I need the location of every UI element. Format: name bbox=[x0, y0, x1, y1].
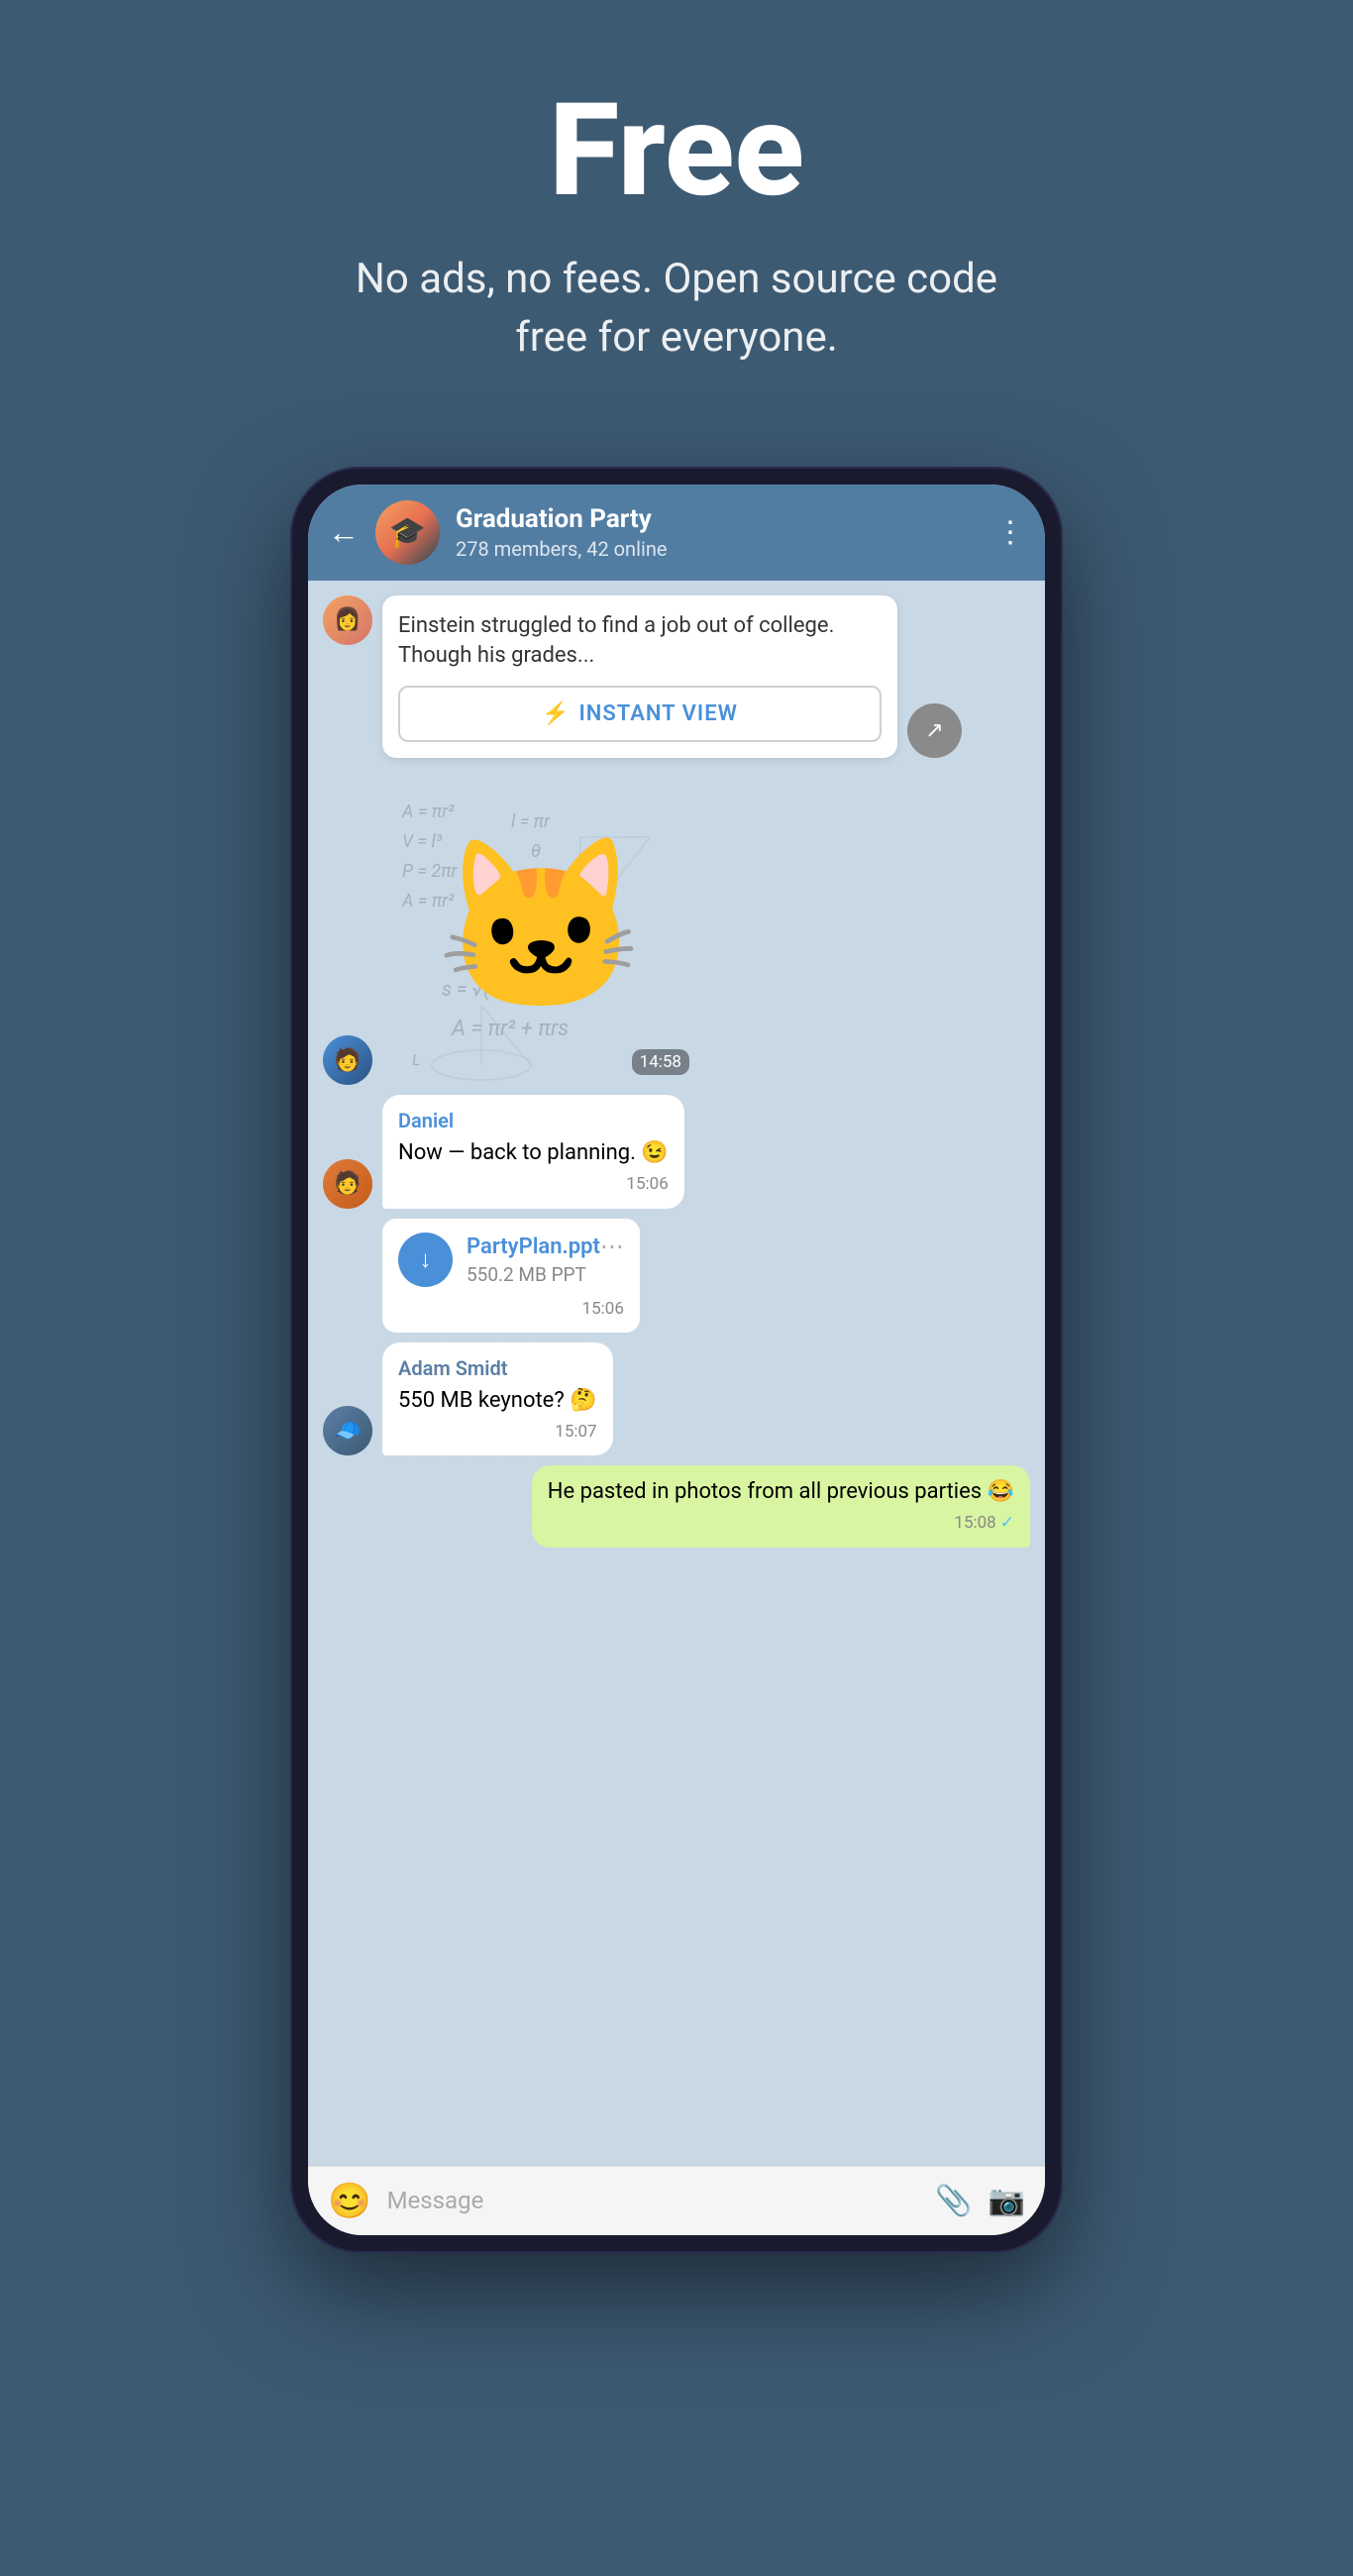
file-menu-dots[interactable]: ⋯ bbox=[600, 1233, 624, 1260]
adam-sender-name: Adam Smidt bbox=[398, 1354, 597, 1382]
phone-mockup: ← 🎓 Graduation Party 278 members, 42 onl… bbox=[290, 467, 1063, 2253]
chat-area: 👩 Einstein struggled to find a job out o… bbox=[308, 581, 1045, 2166]
daniel-message-row: 🧑 Daniel Now — back to planning. 😉 15:06 bbox=[323, 1095, 1030, 1209]
download-icon: ↓ bbox=[420, 1245, 432, 1274]
daniel-bubble: Daniel Now — back to planning. 😉 15:06 bbox=[382, 1095, 684, 1209]
back-button[interactable]: ← bbox=[328, 513, 360, 551]
message-input[interactable]: Message bbox=[387, 2187, 920, 2214]
adam-text: 550 MB keynote? 🤔 bbox=[398, 1386, 597, 1417]
daniel-sender-name: Daniel bbox=[398, 1107, 669, 1134]
hero-title: Free bbox=[40, 79, 1313, 221]
daniel-time: 15:06 bbox=[398, 1173, 669, 1197]
file-bubble: ↓ PartyPlan.ppt ⋯ 550.2 MB PPT 15:06 bbox=[382, 1219, 640, 1333]
file-message-row: ↓ PartyPlan.ppt ⋯ 550.2 MB PPT 15:06 bbox=[323, 1219, 1030, 1333]
file-name-row: PartyPlan.ppt ⋯ bbox=[467, 1233, 624, 1260]
file-time: 15:06 bbox=[398, 1299, 624, 1319]
phone-outer: ← 🎓 Graduation Party 278 members, 42 onl… bbox=[290, 467, 1063, 2253]
instant-view-button[interactable]: ⚡ INSTANT VIEW bbox=[398, 686, 882, 742]
adam-time: 15:07 bbox=[398, 1421, 597, 1445]
svg-text:L: L bbox=[412, 1050, 420, 1069]
link-preview-text: Einstein struggled to find a job out of … bbox=[398, 611, 882, 673]
camera-button[interactable]: 📷 bbox=[989, 2184, 1025, 2218]
group-members: 278 members, 42 online bbox=[456, 537, 980, 561]
link-preview-card: Einstein struggled to find a job out of … bbox=[382, 595, 897, 759]
emoji-button[interactable]: 😊 bbox=[328, 2181, 371, 2221]
file-name: PartyPlan.ppt bbox=[467, 1234, 600, 1259]
read-checkmark: ✓ bbox=[1000, 1512, 1014, 1536]
group-name: Graduation Party bbox=[456, 504, 980, 534]
sender-avatar-adam: 🧢 bbox=[323, 1406, 372, 1455]
link-preview-content: Einstein struggled to find a job out of … bbox=[382, 595, 897, 759]
lightning-icon: ⚡ bbox=[542, 701, 569, 726]
outgoing-text: He pasted in photos from all previous pa… bbox=[548, 1477, 1014, 1508]
sticker-time: 14:58 bbox=[632, 1049, 689, 1075]
group-avatar: 🎓 bbox=[375, 500, 440, 565]
group-info: Graduation Party 278 members, 42 online bbox=[456, 504, 980, 561]
group-avatar-emoji: 🎓 bbox=[389, 515, 426, 550]
hero-section: Free No ads, no fees. Open source code f… bbox=[0, 0, 1353, 427]
file-row: ↓ PartyPlan.ppt ⋯ 550.2 MB PPT bbox=[398, 1233, 624, 1287]
adam-bubble: Adam Smidt 550 MB keynote? 🤔 15:07 bbox=[382, 1342, 613, 1456]
share-icon: ↗ bbox=[925, 718, 943, 743]
outgoing-bubble: He pasted in photos from all previous pa… bbox=[532, 1465, 1030, 1548]
phone-inner: ← 🎓 Graduation Party 278 members, 42 onl… bbox=[308, 484, 1045, 2235]
adam-message-row: 🧢 Adam Smidt 550 MB keynote? 🤔 15:07 bbox=[323, 1342, 1030, 1456]
sender-avatar-boy: 🧑 bbox=[323, 1035, 372, 1085]
hero-subtitle: No ads, no fees. Open source code free f… bbox=[330, 251, 1023, 368]
sticker-message: 🧑 A = πr² V = l³ P = 2πr A = πr² l = πr … bbox=[323, 768, 1030, 1085]
outgoing-message-row: He pasted in photos from all previous pa… bbox=[323, 1465, 1030, 1548]
chat-header: ← 🎓 Graduation Party 278 members, 42 onl… bbox=[308, 484, 1045, 581]
attachment-button[interactable]: 📎 bbox=[935, 2184, 972, 2218]
sender-avatar-guy: 🧑 bbox=[323, 1159, 372, 1209]
svg-text:A = πr²: A = πr² bbox=[401, 802, 455, 822]
file-info: PartyPlan.ppt ⋯ 550.2 MB PPT bbox=[467, 1233, 624, 1286]
file-size: 550.2 MB PPT bbox=[467, 1263, 624, 1286]
share-button[interactable]: ↗ bbox=[907, 703, 962, 758]
link-preview-row: 👩 Einstein struggled to find a job out o… bbox=[323, 595, 1030, 759]
download-button[interactable]: ↓ bbox=[398, 1233, 453, 1287]
menu-button[interactable]: ⋮ bbox=[995, 515, 1025, 550]
instant-view-label: INSTANT VIEW bbox=[578, 701, 738, 726]
daniel-text: Now — back to planning. 😉 bbox=[398, 1138, 669, 1169]
message-input-bar: 😊 Message 📎 📷 bbox=[308, 2166, 1045, 2235]
cat-sticker: 🐱 bbox=[436, 842, 646, 1011]
outgoing-time: 15:08 ✓ bbox=[548, 1512, 1014, 1536]
sticker-content: A = πr² V = l³ P = 2πr A = πr² l = πr θ … bbox=[382, 768, 699, 1085]
sender-avatar-girl: 👩 bbox=[323, 595, 372, 645]
